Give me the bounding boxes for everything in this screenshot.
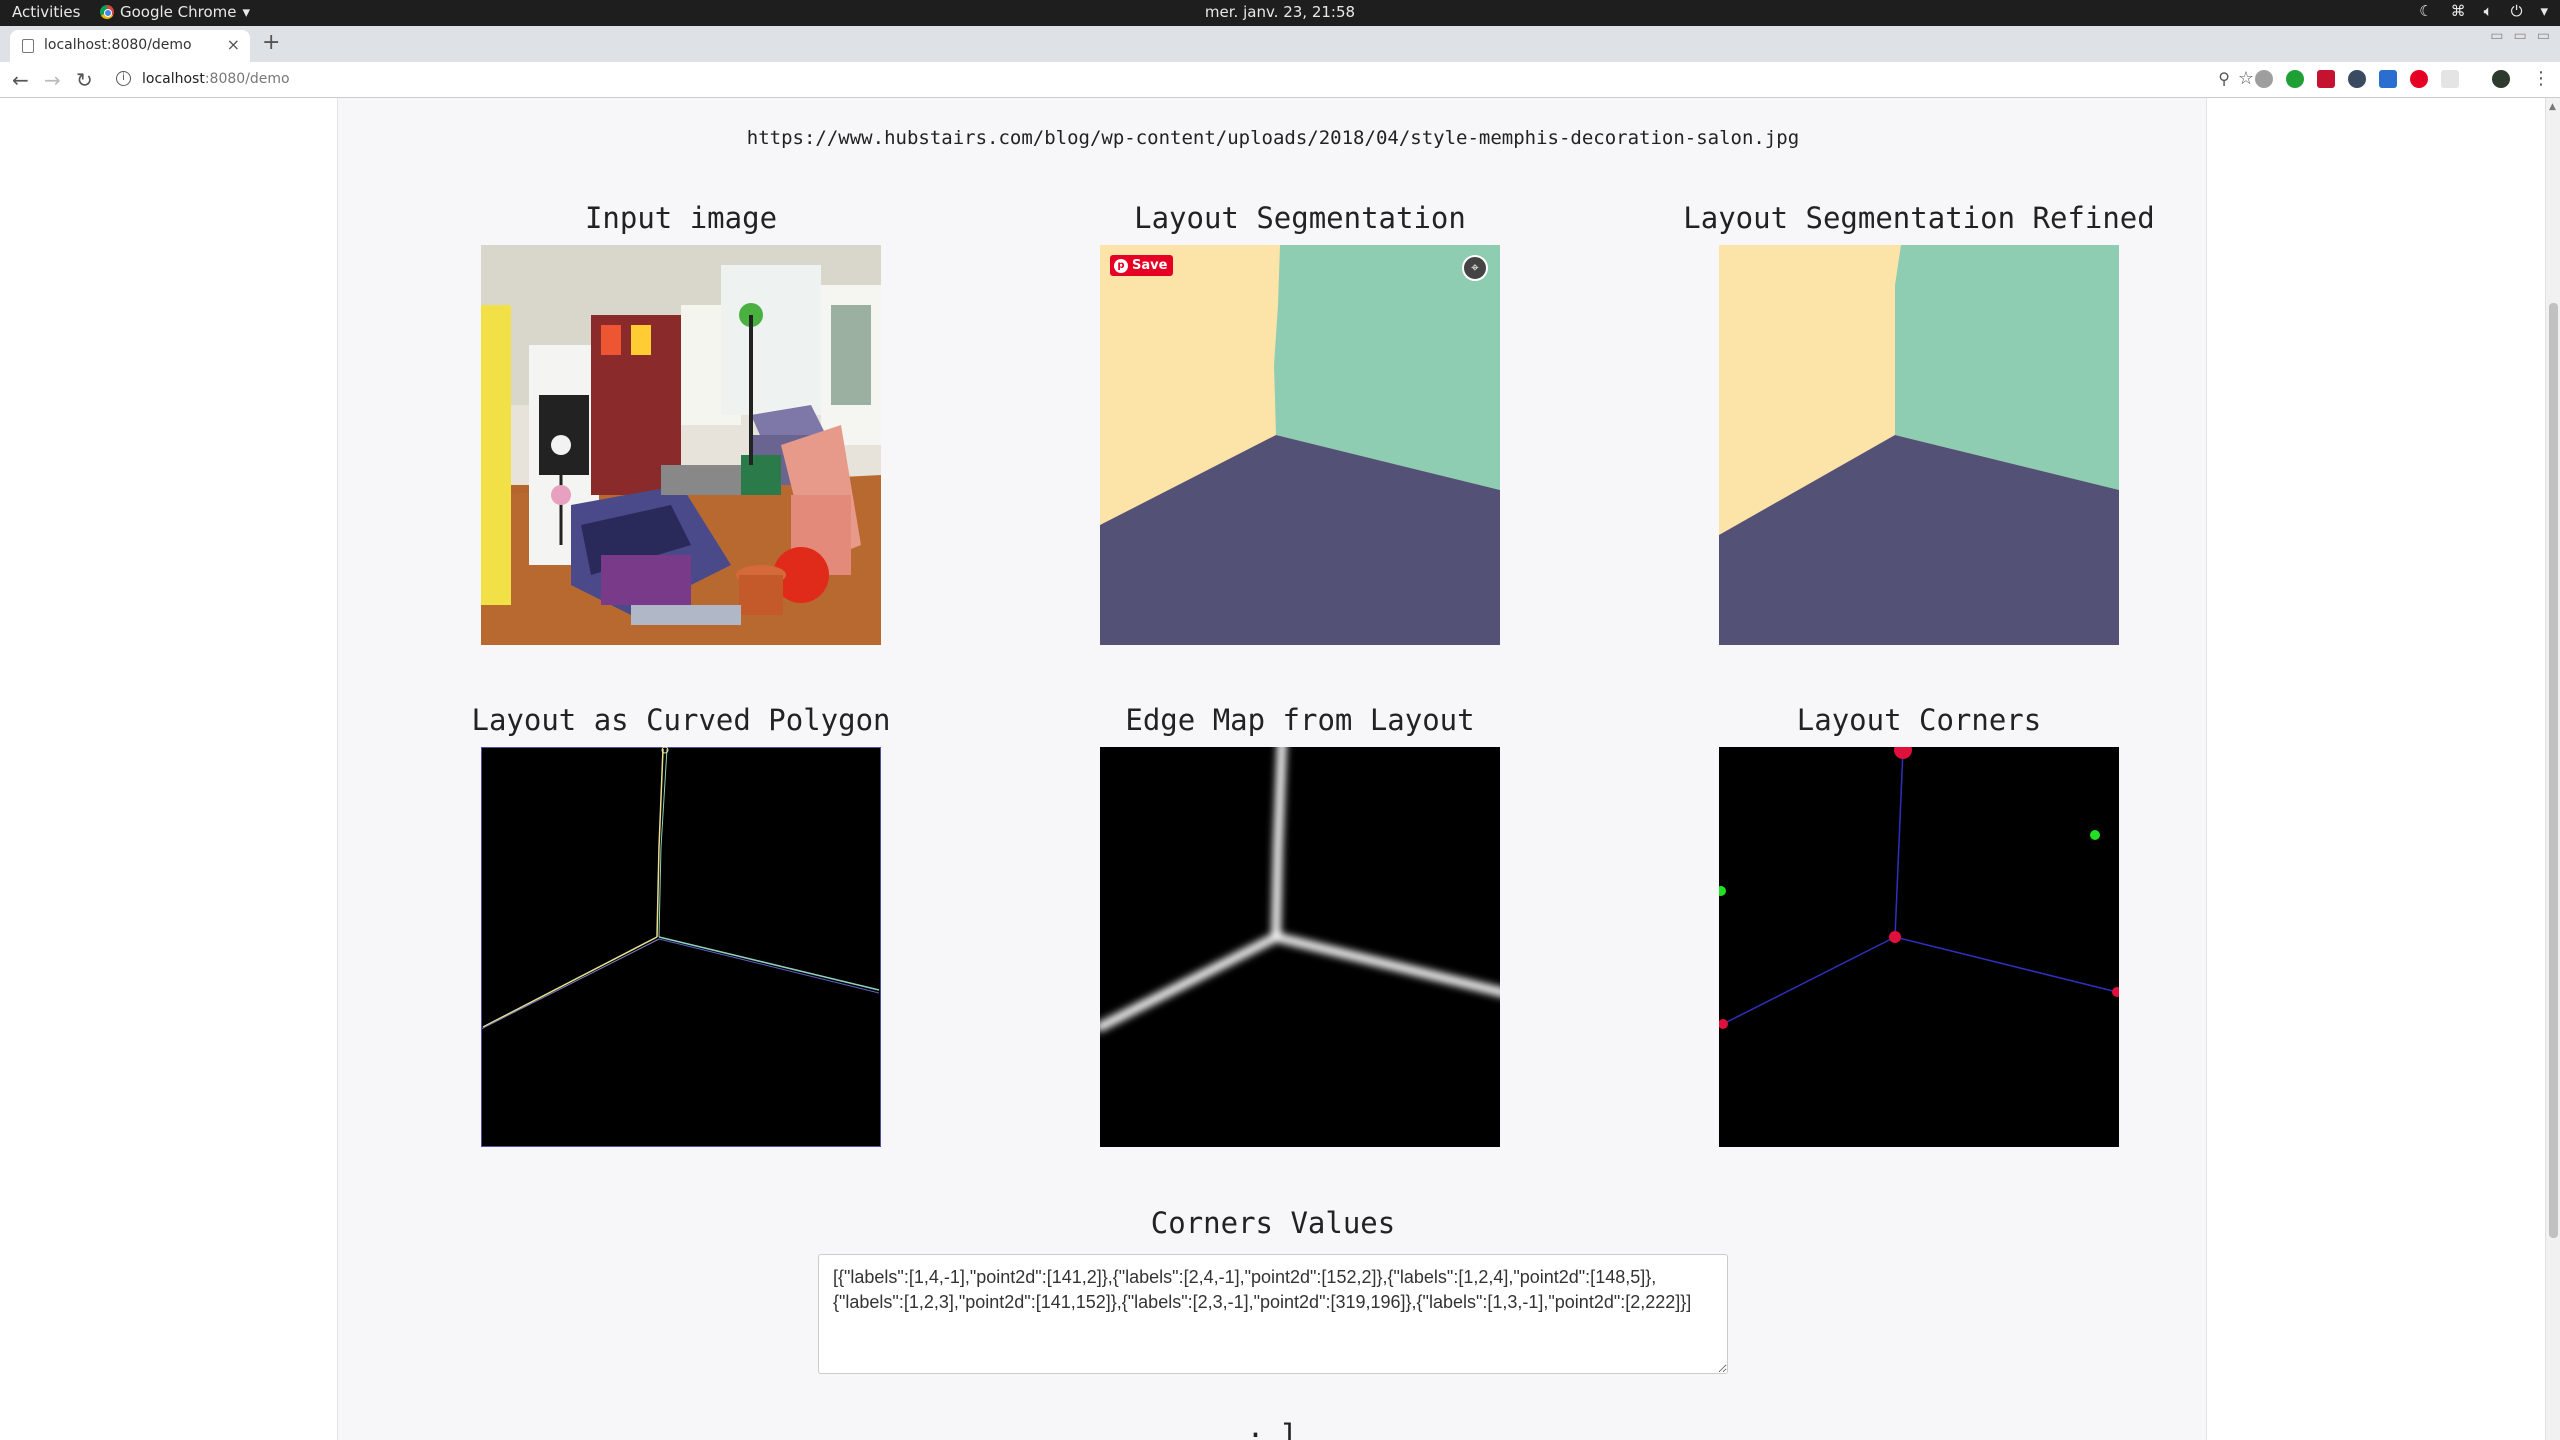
power-icon: ⏻ [2510,2,2523,20]
avatar[interactable] [2492,70,2510,88]
panel-title: Input image [584,201,778,235]
system-top-bar: Activities Google Chrome ▾ mer. janv. 23… [0,0,2560,26]
extension-icon[interactable] [2441,70,2459,88]
chevron-down-icon: ▾ [2540,2,2548,20]
image-url: https://www.hubstairs.com/blog/wp-conten… [746,127,1800,149]
reload-icon[interactable]: ↻ [76,68,93,92]
page-icon [22,39,34,53]
window-controls[interactable]: ▭ ▭ ▭ [2490,28,2550,44]
extension-icon[interactable] [2348,70,2366,88]
panel-title: Layout Corners [1796,703,2042,737]
extension-icon[interactable] [2286,70,2304,88]
panel-layout-corners: Layout Corners [1609,703,2229,1147]
system-tray[interactable]: ☾ ⌘ 🔈︎ ⏻ ▾ [2419,2,2548,20]
clock[interactable]: mer. janv. 23, 21:58 [0,3,2560,21]
panel-layout-segmentation-refined: Layout Segmentation Refined [1609,201,2229,645]
curved-polygon-image [481,747,881,1147]
url-text[interactable]: localhost:8080/demo [142,71,290,87]
minimize-icon[interactable]: ▭ [2490,28,2503,44]
info-icon[interactable]: i [116,71,131,86]
tab-strip: localhost:8080/demo × + ▭ ▭ ▭ [0,26,2560,62]
back-icon[interactable]: ← [12,68,29,92]
extensions [2255,70,2510,88]
maximize-icon[interactable]: ▭ [2514,28,2527,44]
bookmark-star-icon[interactable]: ☆ [2238,68,2254,89]
panel-layout-segmentation: Layout Segmentation p Save ⌖ [990,201,1610,645]
corners-values-textarea[interactable]: [{"labels":[1,4,-1],"point2d":[141,2]},{… [818,1254,1728,1374]
close-tab-icon[interactable]: × [227,35,240,54]
forward-icon[interactable]: → [44,68,61,92]
vertical-scrollbar[interactable]: ▲ [2545,98,2560,1440]
input-image [481,245,881,645]
panel-edge-map: Edge Map from Layout [990,703,1610,1147]
url-path: :8080/demo [204,71,290,87]
edge-map-image [1100,747,1500,1147]
segmentation-refined-image [1719,245,2119,645]
layout-corners-image [1719,747,2119,1147]
zoom-icon[interactable]: ⚲ [2218,69,2230,88]
page-viewport: https://www.hubstairs.com/blog/wp-conten… [0,98,2545,1440]
panel-title: Layout Segmentation Refined [1683,201,2155,235]
scroll-up-icon[interactable]: ▲ [2549,102,2556,112]
browser-tab[interactable]: localhost:8080/demo × [10,30,250,62]
browser-toolbar: ← → ↻ i localhost:8080/demo ⚲ ☆ ⋮ [0,62,2560,98]
segmentation-image: p Save ⌖ [1100,245,1500,645]
panel-curved-polygon: Layout as Curved Polygon [371,703,991,1147]
tab-title: localhost:8080/demo [44,37,192,53]
save-label: Save [1132,258,1168,273]
segmentation-svg [1100,245,1500,645]
corners-values-title: Corners Values [1150,1206,1396,1240]
shield-icon[interactable] [2317,70,2335,88]
panel-input-image: Input image [371,201,991,645]
scrollbar-thumb[interactable] [2549,303,2558,1238]
address-bar[interactable]: i localhost:8080/demo ⚲ ☆ [108,67,2258,93]
more-menu-icon[interactable]: ⋮ [2532,68,2550,89]
volume-icon: 🔈︎ [2483,2,2493,20]
pinterest-icon[interactable] [2410,70,2428,88]
lens-icon[interactable]: ⌖ [1462,255,1488,281]
url-host: localhost [142,71,205,87]
pinterest-icon: p [1114,258,1128,273]
demo-container: https://www.hubstairs.com/blog/wp-conten… [337,98,2207,1440]
network-icon: ⌘ [2450,2,2466,20]
panel-title: Layout as Curved Polygon [471,703,891,737]
next-section-heading: · l [1246,1418,1300,1440]
translate-icon[interactable] [2379,70,2397,88]
panel-title: Layout Segmentation [1134,201,1466,235]
extension-icon[interactable] [2255,70,2273,88]
pinterest-save-button[interactable]: p Save [1110,255,1174,276]
close-window-icon[interactable]: ▭ [2537,28,2550,44]
new-tab-button[interactable]: + [262,30,280,55]
panel-title: Edge Map from Layout [1125,703,1475,737]
night-light-icon: ☾ [2419,2,2433,20]
